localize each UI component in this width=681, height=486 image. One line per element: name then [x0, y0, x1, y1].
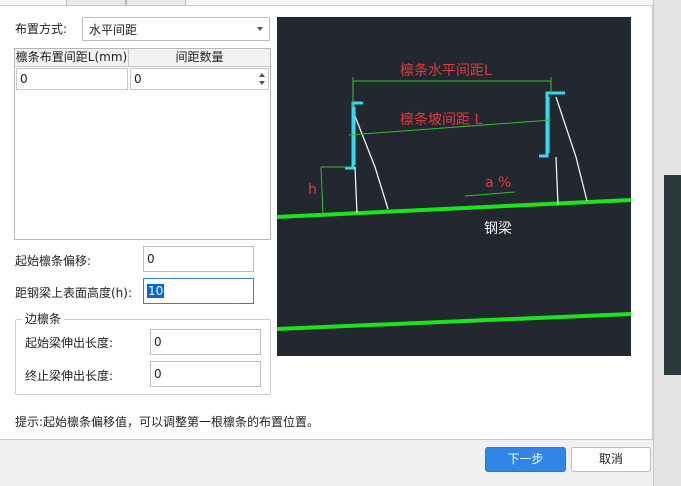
height-input[interactable]: 10 — [143, 278, 254, 304]
height-input-value: 10 — [147, 284, 165, 298]
beam-line-lower — [276, 312, 632, 331]
start-extension-label: 起始梁伸出长度: — [25, 336, 114, 350]
right-purlin-shape — [539, 91, 565, 158]
spin-up-icon[interactable] — [259, 73, 265, 77]
grid-header-spacing: 檩条布置间距L(mm) — [15, 49, 129, 67]
slope-angle-label: a % — [485, 175, 511, 191]
layout-label: 布置方式: — [15, 22, 68, 36]
grid-header-count: 间距数量 — [129, 49, 270, 67]
start-extension-input[interactable]: 0 — [150, 329, 261, 355]
dropdown-arrow-icon — [257, 27, 263, 31]
cancel-button[interactable]: 取消 — [571, 447, 651, 472]
hint-text: 提示:起始檩条偏移值，可以调整第一根檩条的布置位置。 — [15, 415, 320, 429]
grid-cell-count[interactable]: 0 — [130, 68, 269, 90]
purlin-diagram: 檩条水平间距L 檩条坡间距 L h a % 钢梁 — [276, 17, 632, 356]
layout-select-value: 水平间距 — [89, 23, 138, 37]
height-label: 距钢梁上表面高度(h): — [15, 286, 133, 300]
offset-input[interactable]: 0 — [143, 246, 254, 272]
steel-beam-label: 钢梁 — [484, 221, 512, 237]
spin-down-icon[interactable] — [259, 81, 265, 85]
background-window-dark-area — [664, 175, 681, 375]
grid-cell-count-value: 0 — [134, 72, 142, 86]
left-support-post — [354, 166, 358, 214]
angle-indicator-line — [464, 191, 516, 197]
beam-line-upper — [276, 198, 632, 219]
grid-cell-spacing[interactable]: 0 — [16, 68, 128, 90]
purlin-diagram-svg: 檩条水平间距L 檩条坡间距 L h a % 钢梁 — [276, 62, 632, 331]
edge-purlin-group-title: 边檩条 — [22, 311, 65, 327]
spacing-grid: 檩条布置间距L(mm) 间距数量 0 0 — [14, 48, 271, 240]
next-button[interactable]: 下一步 — [485, 447, 566, 472]
right-support-line — [555, 96, 588, 202]
offset-label: 起始檩条偏移: — [15, 254, 92, 268]
left-purlin-shape — [345, 101, 363, 170]
height-dim-line — [320, 166, 324, 215]
right-support-post — [555, 156, 559, 206]
slope-spacing-label: 檩条坡间距 L — [400, 111, 482, 128]
left-support-line — [352, 110, 389, 210]
end-extension-label: 终止梁伸出长度: — [25, 369, 114, 383]
layout-select[interactable]: 水平间距 — [82, 17, 270, 41]
horizontal-spacing-label: 檩条水平间距L — [400, 62, 492, 79]
end-extension-input[interactable]: 0 — [150, 361, 261, 387]
height-symbol-label: h — [308, 182, 317, 198]
